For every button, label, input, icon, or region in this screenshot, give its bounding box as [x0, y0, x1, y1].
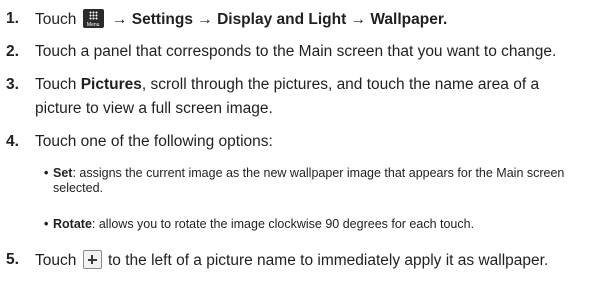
- menu-grid-icon: Menu: [82, 9, 104, 28]
- step-text: Touch Menu → Settings → Display and Ligh…: [35, 9, 447, 29]
- step-lead-text: Touch: [35, 252, 77, 269]
- step-text: Touch a panel that corresponds to the Ma…: [35, 43, 557, 60]
- step-rest-text: , scroll through the pictures, and touch…: [141, 76, 540, 93]
- bullet-dot: •: [44, 166, 49, 180]
- option-term: Set: [53, 166, 73, 180]
- step-number: 5.: [6, 251, 19, 268]
- step-number: 4.: [6, 133, 19, 150]
- step-text: Touch to the left of a picture name to i…: [35, 250, 548, 270]
- step-lead-text: Touch: [35, 11, 77, 28]
- step-text: Touch one of the following options:: [35, 133, 273, 150]
- step-number: 1.: [6, 10, 19, 27]
- option-desc: : allows you to rotate the image clockwi…: [91, 217, 475, 231]
- step-rest-text: to the left of a picture name to immedia…: [108, 252, 549, 269]
- pictures-term: Pictures: [80, 76, 142, 93]
- step-number: 2.: [6, 43, 19, 60]
- step-text: Touch Pictures, scroll through the pictu…: [35, 75, 539, 94]
- step-text-continued: picture to view a full screen image.: [35, 100, 273, 117]
- step-number: 3.: [6, 76, 19, 93]
- step-lead-text: Touch: [35, 76, 77, 93]
- menu-path: → Settings → Display and Light → Wallpap…: [112, 11, 448, 28]
- plus-icon: [82, 250, 102, 269]
- option-text: Rotate: allows you to rotate the image c…: [53, 217, 598, 232]
- option-text: Set: assigns the current image as the ne…: [53, 166, 598, 196]
- bullet-dot: •: [44, 217, 49, 231]
- option-desc: : assigns the current image as the new w…: [53, 166, 565, 195]
- menu-icon-label: Menu: [86, 22, 100, 28]
- option-term: Rotate: [53, 217, 92, 231]
